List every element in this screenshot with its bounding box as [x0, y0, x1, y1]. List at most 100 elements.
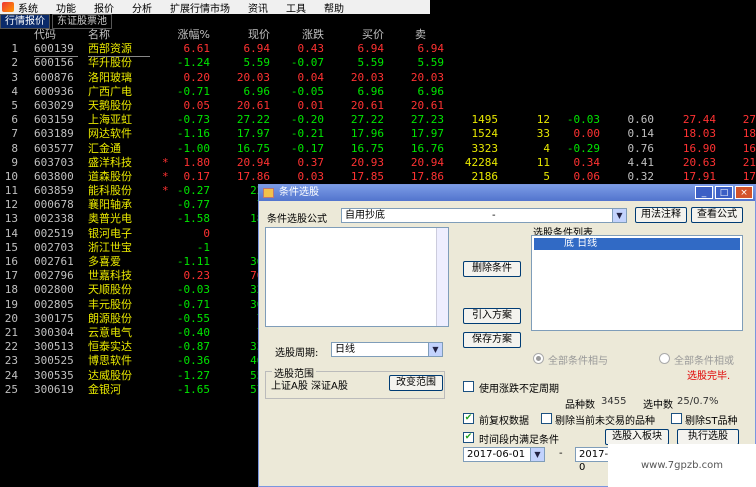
cell-i: 1 — [11, 42, 18, 56]
cell-x1: 11 — [536, 155, 550, 169]
condition-select-dialog: 条件选股 _ □ × 条件选股公式 自用抄底 - ▼ 用法注释 查看公式 选股条… — [258, 184, 756, 487]
menu-item-system[interactable]: 系统 — [18, 0, 38, 15]
cell-i: 2 — [11, 56, 18, 70]
cell-code: 300175 — [34, 311, 74, 325]
table-row[interactable]: 4 600936 广西广电 -0.71 6.96 -0.05 6.96 6.96 — [0, 85, 756, 99]
cell-code: 300513 — [34, 340, 74, 354]
menu-item-extended-market[interactable]: 扩展行情市场 — [170, 0, 230, 15]
import-scheme-button[interactable]: 引入方案 — [463, 308, 521, 324]
cell-i: 13 — [4, 212, 18, 226]
cell-name: 道森股份 — [88, 169, 132, 183]
save-scheme-button[interactable]: 保存方案 — [463, 332, 521, 348]
cell-cur: 16.75 — [236, 141, 270, 155]
cell-x2: 0.06 — [573, 169, 601, 183]
view-formula-button[interactable]: 查看公式 — [691, 207, 743, 223]
cell-bid: 5.59 — [357, 56, 385, 70]
exclude-st-checkbox[interactable] — [671, 413, 682, 424]
cell-cur: 20.94 — [236, 155, 270, 169]
params-scrollbar[interactable] — [436, 228, 448, 326]
count-label: 品种数 — [565, 400, 595, 411]
table-row[interactable]: 8 603577 汇金通 -1.00 16.75 -0.17 16.75 16.76 3323 4… — [0, 142, 756, 156]
cell-i: 23 — [4, 354, 18, 368]
cell-chg: -1.27 — [176, 368, 210, 382]
col-bid[interactable]: 买价 — [328, 28, 384, 42]
cell-cur: 6.96 — [243, 84, 271, 98]
col-change-pct[interactable]: 涨幅% — [148, 28, 210, 42]
cell-code: 600876 — [34, 70, 74, 84]
menu-bar: 系统 功能 报价 分析 扩展行情市场 资讯 工具 帮助 — [0, 0, 430, 15]
minimize-icon[interactable]: _ — [695, 186, 713, 199]
cell-name: 多喜爱 — [88, 255, 121, 268]
cell-code: 002805 — [34, 297, 74, 311]
table-row[interactable]: 10 603800 道森股份 0.17 17.86 0.03 17.85 17.86 2186 5… — [0, 170, 756, 184]
tab-stock-pool[interactable]: 东证股票池 — [52, 14, 112, 29]
cell-cur: 5.59 — [243, 56, 271, 70]
close-icon[interactable]: × — [735, 186, 753, 199]
cell-chg: -0.27 — [176, 184, 210, 198]
to-block-button[interactable]: 选股入板块 — [605, 429, 669, 445]
cell-ask: 6.96 — [417, 84, 445, 98]
cell-i: 25 — [4, 382, 18, 396]
change-range-button[interactable]: 改变范围 — [389, 375, 443, 391]
col-name[interactable]: 名称 — [88, 28, 150, 42]
cell-ask: 17.97 — [410, 127, 444, 141]
exclude-untraded-label: 剔除当前未交易的品种 — [555, 416, 655, 427]
cell-code: 000678 — [34, 198, 74, 212]
cell-chg: -1.16 — [176, 127, 210, 141]
cell-amt: -0.21 — [290, 127, 324, 141]
table-row[interactable]: 7 603189 网达软件 -1.16 17.97 -0.21 17.96 17.97 1524… — [0, 127, 756, 141]
condition-list[interactable]: 底 日线 — [531, 235, 743, 331]
table-row[interactable]: 1 600139 西部资源 6.61 6.94 0.43 6.94 6.94 — [0, 42, 756, 58]
radio-or[interactable] — [659, 353, 670, 364]
time-range-label: 时间段内满足条件 — [479, 435, 559, 446]
time-range-checkbox[interactable]: ✔ — [463, 432, 474, 443]
menu-item-function[interactable]: 功能 — [56, 0, 76, 15]
chevron-down-icon[interactable]: ▼ — [612, 209, 626, 222]
menu-item-help[interactable]: 帮助 — [324, 0, 344, 15]
menu-item-tools[interactable]: 工具 — [286, 0, 306, 15]
menu-item-analysis[interactable]: 分析 — [132, 0, 152, 15]
table-row[interactable]: 9 603703 盛洋科技 1.80 20.94 0.37 20.93 20.94 42284 1… — [0, 156, 756, 170]
cell-chg: -1.24 — [176, 56, 210, 70]
cell-code: 300535 — [34, 368, 74, 382]
col-change[interactable]: 涨跌 — [272, 28, 324, 42]
exclude-untraded-checkbox[interactable] — [541, 413, 552, 424]
usage-button[interactable]: 用法注释 — [635, 207, 687, 223]
uncertain-period-checkbox[interactable] — [463, 381, 474, 392]
chevron-down-icon[interactable]: ▼ — [530, 448, 544, 461]
menu-item-news[interactable]: 资讯 — [248, 0, 268, 15]
condition-list-item[interactable]: 底 日线 — [534, 238, 740, 250]
maximize-icon[interactable]: □ — [715, 186, 733, 199]
cell-i: 8 — [11, 141, 18, 155]
col-price[interactable]: 现价 — [214, 28, 270, 42]
table-row[interactable]: 5 603029 天鹅股份 0.05 20.61 0.01 20.61 20.61 — [0, 99, 756, 113]
table-row[interactable]: 6 603159 上海亚虹 -0.73 27.22 -0.20 27.22 27.23 1495… — [0, 113, 756, 127]
table-row[interactable]: 3 600876 洛阳玻璃 0.20 20.03 0.04 20.03 20.03 — [0, 71, 756, 85]
cell-name: 朗源股份 — [88, 311, 132, 325]
cell-i: 6 — [11, 113, 18, 127]
period-select[interactable]: 日线 ▼ — [331, 342, 443, 357]
cell-x2: 0.34 — [573, 155, 601, 169]
chevron-down-icon[interactable]: ▼ — [428, 343, 442, 356]
cell-name: 云意电气 — [88, 325, 132, 339]
date-separator: - — [559, 448, 563, 459]
cell-chg: -0.77 — [176, 198, 210, 212]
date-from-picker[interactable]: 2017-06-01 ▼ — [463, 447, 545, 462]
menu-item-quote[interactable]: 报价 — [94, 0, 114, 15]
period-value: 日线 — [335, 344, 355, 355]
table-row[interactable]: 2 600156 华升股份 -1.24 5.59 -0.07 5.59 5.59 — [0, 56, 756, 70]
formula-params-panel[interactable] — [265, 227, 449, 327]
prefix-checkbox[interactable]: ✔ — [463, 413, 474, 424]
cell-i: 3 — [11, 70, 18, 84]
radio-and[interactable] — [533, 353, 544, 364]
cell-ask: 5.59 — [417, 56, 445, 70]
col-code[interactable]: 代码 — [34, 28, 78, 42]
execute-button[interactable]: 执行选股 — [677, 429, 739, 445]
formula-select[interactable]: 自用抄底 - ▼ — [341, 208, 627, 223]
dialog-icon — [263, 188, 274, 198]
tab-quotes[interactable]: 行情报价 — [0, 14, 50, 29]
prefix-label: 前复权数据 — [479, 416, 529, 427]
cell-bid: 20.61 — [350, 98, 384, 112]
col-ask[interactable]: 卖 — [386, 28, 426, 42]
delete-condition-button[interactable]: 删除条件 — [463, 261, 521, 277]
